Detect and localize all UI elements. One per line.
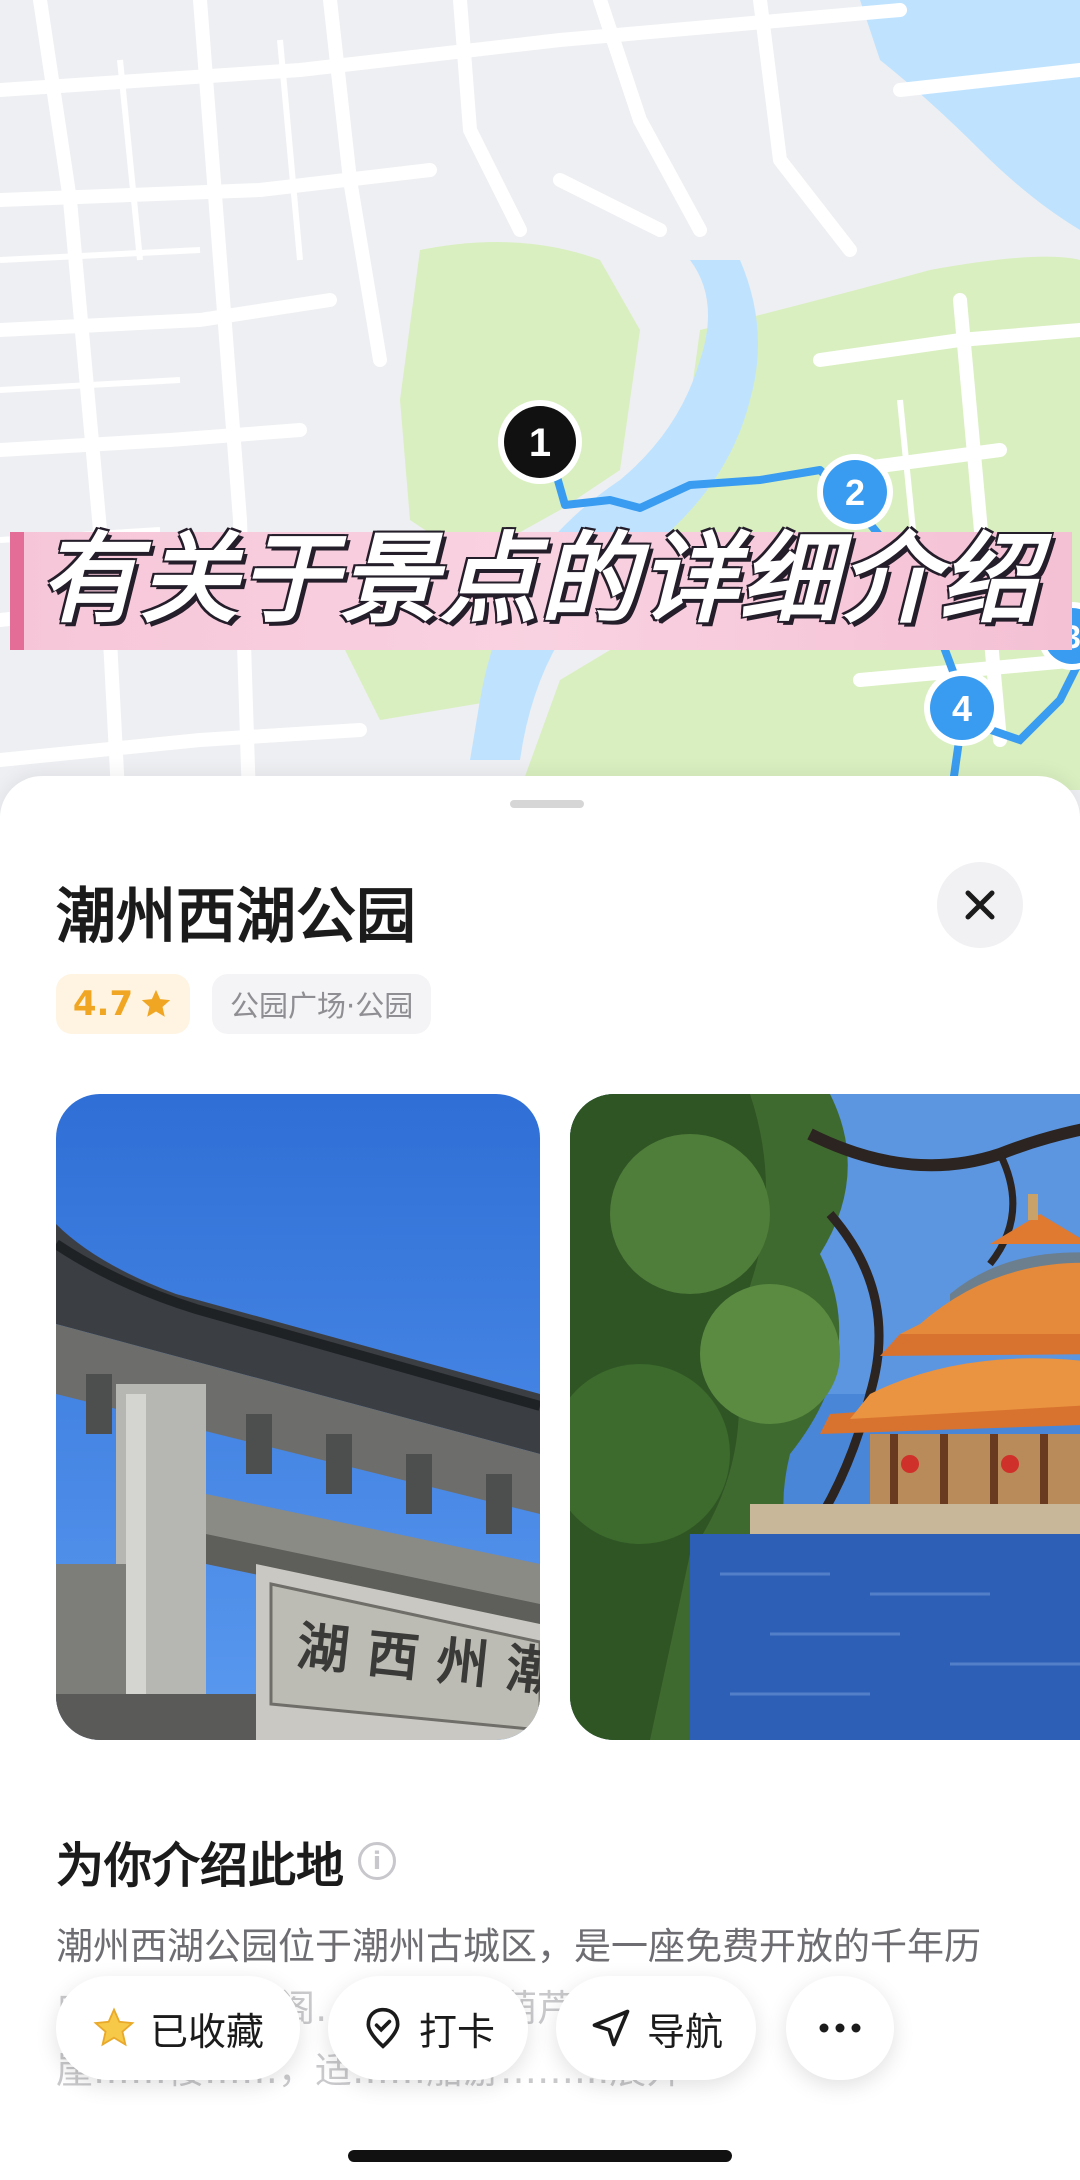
star-icon [93,2007,135,2047]
check-in-label: 打卡 [418,2009,495,2054]
map-marker-4[interactable]: 4 [924,670,1000,746]
map-marker-2-label: 2 [845,472,865,513]
rating-value: 4.7 [72,984,134,1024]
home-indicator[interactable] [348,2150,732,2162]
navigation-label: 导航 [646,2009,723,2054]
poi-detail-sheet: 潮州西湖公园 4.7 公园广场·公园 湖 西 州 潮 为你介绍此地 i 潮州西湖… [0,776,1080,2180]
map-marker-4-label: 4 [952,688,972,729]
map-marker-1[interactable]: 1 [498,400,582,484]
close-button[interactable] [937,862,1023,948]
map-canvas[interactable]: 1 2 3 4 [0,0,1080,830]
map-view[interactable]: 1 2 3 4 [0,0,1080,830]
check-pin-icon [366,2007,400,2049]
sheet-drag-handle[interactable] [510,800,584,808]
more-icon [819,2023,861,2033]
info-icon[interactable]: i [358,1842,397,1880]
navigation-arrow-icon [592,2009,630,2047]
photo-gateway[interactable]: 湖 西 州 潮 [56,1094,540,1740]
favorited-button[interactable]: 已收藏 [56,1976,300,2080]
check-in-button[interactable]: 打卡 [328,1976,528,2080]
banner-text: 有关于景点的详细介绍 [40,523,1041,637]
star-icon [141,989,171,1017]
intro-line-1: 潮州西湖公园位于潮州古城区，是一座免费开放的千年历 [56,1925,981,1968]
close-icon [965,890,995,920]
rating-badge: 4.7 [56,974,190,1034]
map-marker-1-label: 1 [529,421,551,465]
intro-section-title: 为你介绍此地 i [56,1826,397,1896]
more-button[interactable] [786,1976,894,2080]
poi-title: 潮州西湖公园 [56,882,416,952]
favorited-label: 已收藏 [149,2009,264,2054]
photo-lake-pavilion[interactable] [570,1094,1080,1740]
intro-title-text: 为你介绍此地 [56,1838,345,1894]
category-tag: 公园广场·公园 [212,974,432,1034]
navigation-button[interactable]: 导航 [556,1976,756,2080]
